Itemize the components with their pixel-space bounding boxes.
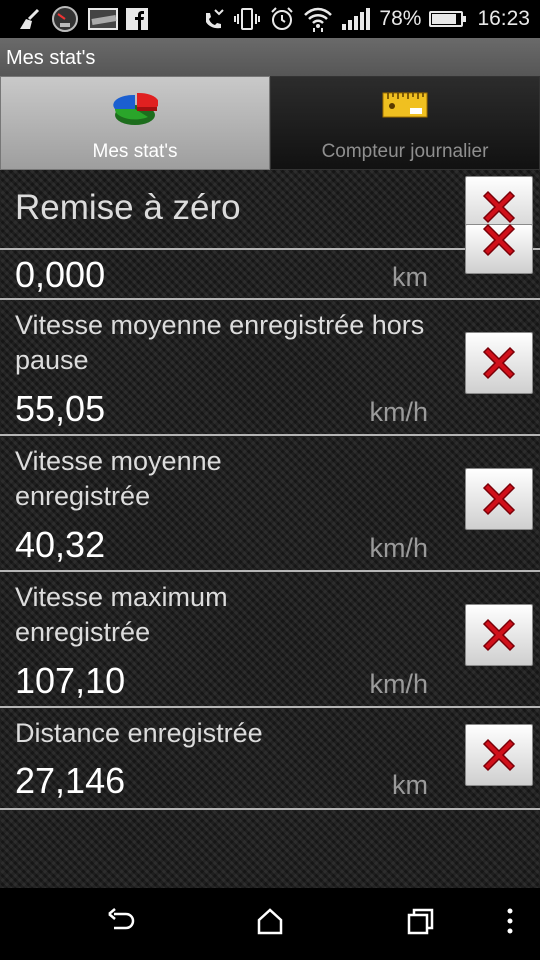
battery-percent: 78%	[379, 7, 422, 30]
reset-stat-button[interactable]	[465, 724, 533, 786]
status-bar: 78% 16:23	[0, 0, 540, 38]
recents-icon[interactable]	[405, 906, 435, 941]
wifi-icon	[303, 6, 333, 32]
reset-title: Remise à zéro	[15, 188, 241, 227]
stat-value: 55,05	[15, 388, 106, 429]
alarm-icon	[269, 6, 295, 32]
menu-icon[interactable]	[500, 906, 520, 941]
back-icon[interactable]	[106, 906, 136, 941]
tab-label: Compteur journalier	[321, 141, 489, 162]
signal-icon	[341, 8, 371, 30]
stat-value: 0,000	[15, 254, 106, 295]
tab-label: Mes stat's	[92, 141, 178, 162]
tab-bar: Mes stat's Compteur journalier	[0, 76, 540, 170]
image-icon	[88, 8, 118, 30]
broom-icon	[16, 7, 42, 31]
stat-unit: km/h	[369, 669, 428, 699]
pie-chart-icon	[112, 89, 159, 134]
stat-value: 40,32	[15, 524, 106, 565]
stat-row: Distance enregistrée 27,146 km	[0, 708, 540, 810]
stat-label: Vitesse maximum enregistrée	[15, 582, 228, 647]
stat-label: Vitesse moyenne enregistrée hors pause	[15, 310, 425, 375]
tab-compteur-journalier[interactable]: Compteur journalier	[270, 76, 540, 170]
stat-label: Distance enregistrée	[15, 718, 263, 748]
reset-stat-button[interactable]	[465, 604, 533, 666]
stat-row: Vitesse moyenne enregistrée hors pause 5…	[0, 300, 540, 436]
stat-row: Vitesse maximum enregistrée 107,10 km/h	[0, 572, 540, 708]
navigation-bar	[0, 888, 540, 960]
reset-header-row: Remise à zéro	[0, 170, 540, 250]
stat-unit: km/h	[369, 397, 428, 427]
delete-x-icon	[482, 223, 516, 257]
stat-unit: km	[392, 262, 428, 292]
stat-value: 27,146	[15, 760, 126, 801]
reset-stat-button[interactable]	[465, 468, 533, 530]
delete-x-icon	[482, 738, 516, 772]
reset-stat-button[interactable]	[465, 332, 533, 394]
delete-x-icon	[482, 482, 516, 516]
stat-value: 107,10	[15, 660, 126, 701]
stat-row: 0,000 km	[0, 223, 540, 300]
app-title: Mes stat's	[6, 46, 96, 69]
speedometer-icon	[50, 5, 80, 33]
vibrate-icon	[233, 7, 261, 31]
missed-call-icon	[203, 8, 225, 30]
ruler-icon	[382, 89, 428, 126]
reset-stat-button[interactable]	[465, 223, 533, 274]
battery-icon	[429, 11, 467, 27]
delete-x-icon	[482, 346, 516, 380]
stat-label: Vitesse moyenne enregistrée	[15, 446, 222, 511]
tab-mes-stats[interactable]: Mes stat's	[0, 76, 270, 170]
stats-list[interactable]: Remise à zéro 0,000 km Vitesse moyenne e…	[0, 170, 540, 888]
app-title-bar: Mes stat's	[0, 38, 540, 78]
clock: 16:23	[477, 7, 530, 30]
home-icon[interactable]	[255, 906, 285, 941]
stat-row: Vitesse moyenne enregistrée 40,32 km/h	[0, 436, 540, 572]
stat-unit: km	[392, 770, 428, 800]
delete-x-icon	[482, 618, 516, 652]
facebook-icon	[126, 8, 148, 30]
stat-unit: km/h	[369, 533, 428, 563]
